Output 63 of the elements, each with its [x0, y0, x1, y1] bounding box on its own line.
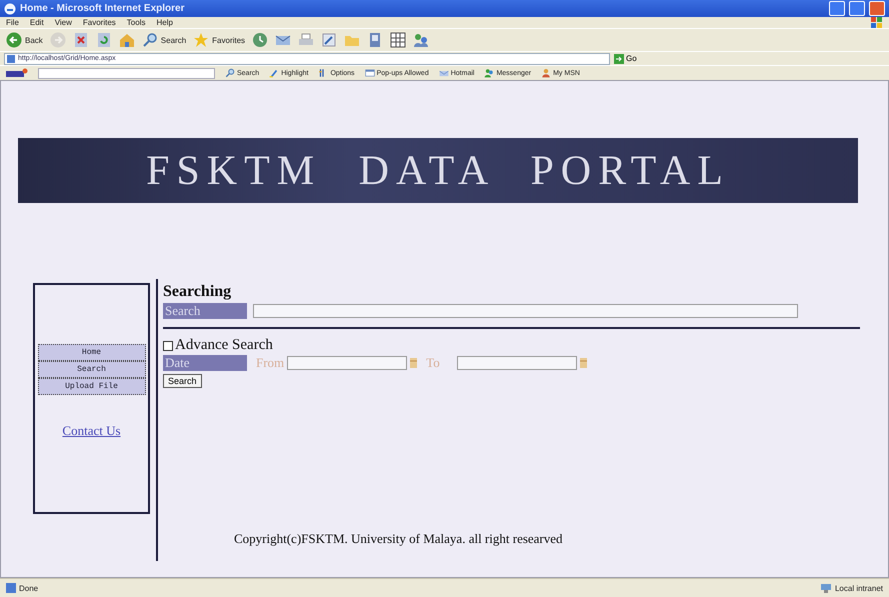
- from-date-field[interactable]: [287, 356, 408, 370]
- nav-menu-item[interactable]: Search: [38, 361, 146, 378]
- printer-button[interactable]: [298, 32, 314, 48]
- home-icon: [118, 32, 135, 48]
- person-icon: [541, 68, 552, 78]
- toolbar-button[interactable]: Search: [142, 32, 186, 48]
- menu-item[interactable]: Tools: [126, 18, 146, 27]
- favorites-star-icon: [193, 32, 210, 48]
- from-label: From: [256, 355, 284, 371]
- edit-button[interactable]: [321, 32, 338, 48]
- history-button[interactable]: [252, 32, 268, 48]
- stop-icon: [72, 32, 89, 48]
- section-heading: Searching: [163, 283, 232, 301]
- nav-menu-item[interactable]: Upload File: [38, 378, 146, 395]
- msn-search-field[interactable]: [38, 68, 215, 78]
- date-label: Date: [163, 355, 247, 371]
- advance-search-checkbox[interactable]: [163, 340, 173, 350]
- menu-item[interactable]: Help: [156, 18, 173, 27]
- refresh-button[interactable]: [96, 32, 112, 48]
- refresh-icon: [96, 32, 112, 48]
- people-icon: [413, 32, 430, 48]
- grid-icon: [390, 32, 406, 48]
- menu-item[interactable]: Favorites: [82, 18, 116, 27]
- menu-item[interactable]: File: [6, 18, 19, 27]
- menu-item[interactable]: View: [54, 18, 72, 27]
- close-button[interactable]: [869, 1, 885, 16]
- checkbox-label: Advance Search: [175, 337, 273, 354]
- window-title: Home - Microsoft Internet Explorer: [20, 3, 186, 14]
- search-field[interactable]: [253, 304, 798, 318]
- search-icon: [225, 68, 235, 78]
- grid-button[interactable]: [390, 32, 406, 48]
- security-zone: Local intranet: [834, 584, 883, 592]
- search-label: Search: [163, 303, 247, 319]
- popup-window-icon: [364, 68, 375, 78]
- contact-link[interactable]: Contact Us: [62, 423, 121, 439]
- people-button[interactable]: [413, 32, 430, 48]
- to-date-field[interactable]: [456, 356, 577, 370]
- copyright-text: Copyright(c)FSKTM. University of Malaya. all right researved: [234, 531, 564, 547]
- search-button[interactable]: Search: [163, 374, 202, 388]
- windows-flag-icon: [871, 17, 883, 28]
- page-icon: [7, 54, 15, 62]
- toolbar-button[interactable]: Back: [6, 32, 43, 48]
- maximize-button[interactable]: [849, 1, 865, 16]
- highlighter-icon: [269, 68, 280, 78]
- search-icon: [142, 32, 158, 48]
- intranet-icon: [820, 583, 832, 593]
- calendar-icon[interactable]: [580, 358, 587, 368]
- envelope-icon: [438, 68, 449, 78]
- portal-banner: FSKTM DATA PORTAL: [18, 138, 858, 203]
- nav-menu-item[interactable]: Home: [38, 344, 146, 361]
- edit-icon: [321, 32, 338, 48]
- stop-button[interactable]: [72, 32, 89, 48]
- go-button[interactable]: Go: [614, 54, 637, 64]
- to-label: To: [426, 355, 440, 371]
- minimize-button[interactable]: [829, 1, 845, 16]
- status-text: Done: [19, 584, 38, 592]
- history-icon: [252, 32, 268, 48]
- home-button[interactable]: [118, 32, 135, 48]
- menu-item[interactable]: Edit: [30, 18, 44, 27]
- toolbar-button[interactable]: Favorites: [193, 32, 246, 48]
- printer-icon: [298, 32, 314, 48]
- messenger-people-icon: [484, 68, 494, 78]
- calendar-icon[interactable]: [410, 358, 418, 368]
